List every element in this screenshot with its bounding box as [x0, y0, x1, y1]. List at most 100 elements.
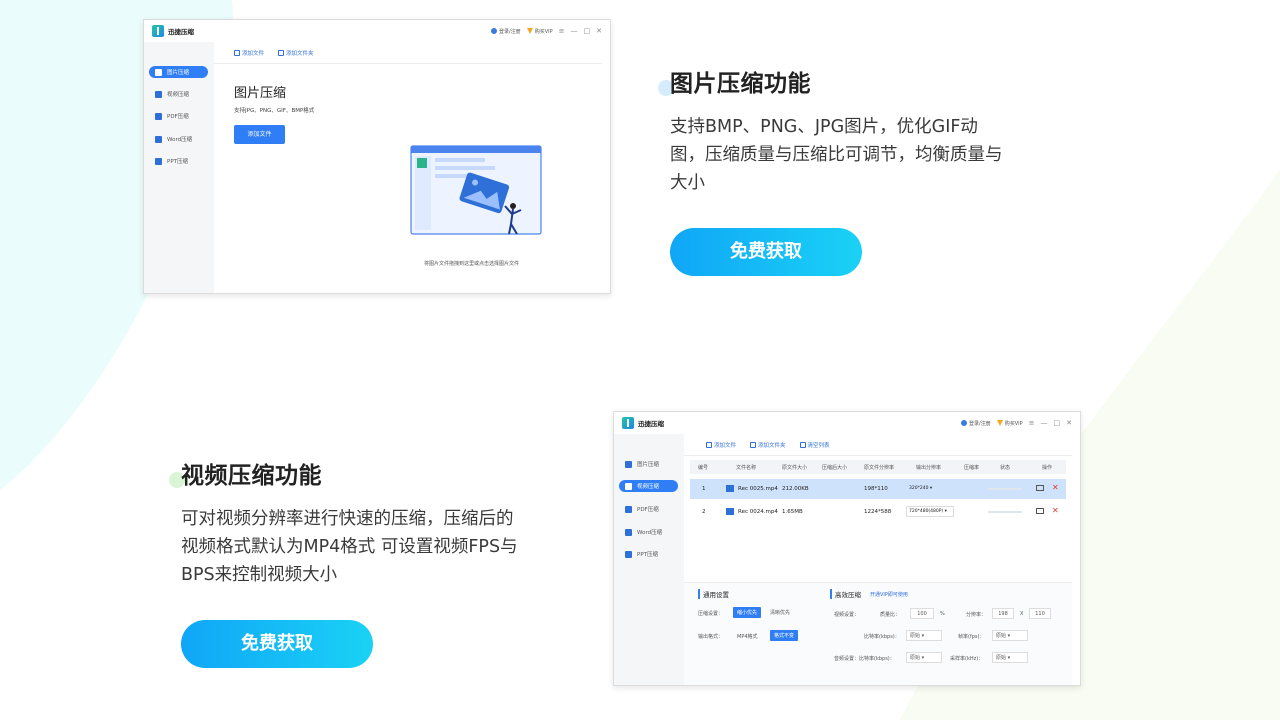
- add-file-icon: [234, 50, 240, 56]
- sidebar-item-pdf[interactable]: PDF压缩: [619, 503, 678, 515]
- folder-icon[interactable]: [1036, 508, 1044, 514]
- close-button[interactable]: ✕: [1066, 419, 1072, 427]
- source-resolution: 198*110: [864, 486, 888, 492]
- user-icon: [491, 28, 498, 34]
- video-file-icon: [726, 485, 734, 492]
- sidebar-label: PPT压缩: [637, 552, 658, 558]
- table-row[interactable]: 2 Rec 0024.mp4 1.65MB 1224*588 720*480(4…: [690, 502, 1066, 522]
- login-link[interactable]: 登录/注册: [961, 420, 991, 427]
- app-titlebar: 迅捷压缩 登录/注册 购买VIP ≡ — □ ✕: [614, 412, 1080, 434]
- sidebar-label: PPT压缩: [167, 159, 188, 165]
- output-format-label: 输出格式：: [698, 634, 724, 640]
- column-header: 原文件分辨率: [864, 465, 895, 471]
- select-value: 原始: [910, 655, 921, 661]
- fps-select[interactable]: 原始 ▾: [992, 630, 1028, 641]
- sidebar-item-image[interactable]: 图片压缩: [619, 458, 678, 470]
- folder-icon[interactable]: [1036, 485, 1044, 491]
- app-titlebar: 迅捷压缩 登录/注册 购买VIP ≡ — □ ✕: [144, 20, 610, 42]
- sidebar-item-word[interactable]: Word压缩: [149, 133, 208, 145]
- add-file-button[interactable]: 添加文件: [234, 49, 264, 57]
- format-hint: 支持JPG、PNG、GIF、BMP格式: [234, 108, 315, 114]
- output-mp4-option[interactable]: MP4格式: [737, 633, 758, 640]
- add-file-button[interactable]: 添加文件: [706, 441, 736, 449]
- app-sidebar: 图片压缩 视频压缩 PDF压缩 Word压缩 PPT压缩: [144, 42, 214, 293]
- trash-icon: [799, 442, 806, 448]
- vip-icon: [996, 420, 1003, 426]
- sidebar-item-pdf[interactable]: PDF压缩: [149, 110, 208, 122]
- image-free-download-button[interactable]: 免费获取: [670, 228, 862, 276]
- vip-unlock-link[interactable]: 开通VIP即可使用: [870, 591, 908, 598]
- sidebar-item-video[interactable]: 视频压缩: [149, 88, 208, 100]
- table-row[interactable]: 1 Rec 0025.mp4 212.00KB 198*110 320*240 …: [690, 479, 1066, 499]
- sidebar-label: 视频压缩: [167, 92, 190, 98]
- add-folder-label: 添加文件夹: [758, 442, 786, 449]
- menu-button[interactable]: ≡: [1029, 419, 1035, 427]
- compress-smaller-option[interactable]: 缩小优先: [733, 607, 762, 618]
- vip-link[interactable]: 购买VIP: [996, 420, 1023, 427]
- table-header: 编号 文件名称 原文件大小 压缩后大小 原文件分辨率 输出分辨率 压缩率 状态 …: [690, 460, 1066, 474]
- general-settings-title: 通用设置: [698, 589, 729, 599]
- video-file-icon: [726, 508, 734, 515]
- output-unchanged-option[interactable]: 格式不变: [770, 630, 799, 641]
- output-resolution-select[interactable]: 720*480(480P) ▾: [906, 506, 954, 517]
- clear-list-button[interactable]: 清空列表: [799, 441, 830, 449]
- output-resolution-value: 720*480(480P): [909, 509, 944, 514]
- maximize-button[interactable]: □: [1054, 419, 1061, 427]
- height-input[interactable]: 110: [1029, 608, 1051, 619]
- bitrate-select[interactable]: 原始 ▾: [906, 630, 942, 641]
- word-icon: [155, 135, 162, 143]
- audio-bitrate-select[interactable]: 原始 ▾: [906, 652, 942, 663]
- login-label: 登录/注册: [969, 420, 991, 427]
- minimize-button[interactable]: —: [571, 27, 578, 35]
- image-main-panel: 添加文件 添加文件夹 图片压缩 支持JPG、PNG、GIF、BMP格式 添加文件…: [214, 42, 602, 293]
- sidebar-item-video[interactable]: 视频压缩: [619, 480, 678, 492]
- close-button[interactable]: ✕: [596, 27, 602, 35]
- video-section-title: 视频压缩功能: [181, 463, 322, 489]
- column-header: 操作: [1042, 465, 1053, 471]
- folder-icon: [750, 442, 757, 448]
- menu-button[interactable]: ≡: [559, 27, 565, 35]
- video-setting-label: 视频设置：: [834, 612, 860, 618]
- sidebar-item-image[interactable]: 图片压缩: [149, 66, 208, 78]
- sidebar-label: Word压缩: [637, 530, 663, 536]
- video-free-download-button[interactable]: 免费获取: [181, 620, 373, 668]
- add-folder-button[interactable]: 添加文件夹: [750, 441, 786, 449]
- fps-label: 帧率(fps)：: [958, 634, 985, 640]
- minimize-button[interactable]: —: [1041, 419, 1048, 427]
- login-link[interactable]: 登录/注册: [491, 28, 521, 35]
- video-app-window: 迅捷压缩 登录/注册 购买VIP ≡ — □ ✕ 图片压缩 视频压缩 PDF压缩…: [613, 411, 1081, 686]
- row-number: 1: [702, 486, 706, 492]
- sidebar-item-ppt[interactable]: PPT压缩: [619, 548, 678, 560]
- delete-icon[interactable]: ✕: [1052, 506, 1059, 515]
- add-file-primary-button[interactable]: 添加文件: [234, 125, 285, 144]
- pdf-icon: [625, 505, 632, 513]
- delete-icon[interactable]: ✕: [1052, 483, 1059, 492]
- width-input[interactable]: 198: [992, 608, 1014, 619]
- column-header: 压缩率: [964, 465, 980, 471]
- column-header: 输出分辨率: [916, 465, 942, 471]
- drop-illustration: [410, 145, 542, 235]
- sidebar-label: 视频压缩: [637, 484, 660, 490]
- quality-input[interactable]: 100: [910, 608, 934, 619]
- resolution-label: 分辨率：: [966, 612, 987, 618]
- add-file-label: 添加文件: [242, 50, 265, 57]
- sidebar-item-word[interactable]: Word压缩: [619, 526, 678, 538]
- vip-link[interactable]: 购买VIP: [526, 28, 553, 35]
- source-resolution: 1224*588: [864, 509, 892, 515]
- image-icon: [155, 68, 162, 76]
- sample-rate-select[interactable]: 原始 ▾: [992, 652, 1028, 663]
- video-main-panel: 添加文件 添加文件夹 清空列表 编号 文件名称 原文件大小 压缩后大小 原文件分…: [684, 434, 1072, 685]
- vip-label: 购买VIP: [1004, 420, 1023, 427]
- vip-label: 购买VIP: [534, 28, 553, 35]
- select-value: 原始: [910, 633, 921, 639]
- maximize-button[interactable]: □: [584, 27, 591, 35]
- ppt-icon: [155, 157, 162, 165]
- progress-bar: [988, 488, 1022, 490]
- user-icon: [961, 420, 968, 426]
- compress-clearer-option[interactable]: 清晰优先: [770, 609, 790, 616]
- desc-line: 图，压缩质量与压缩比可调节，均衡质量与: [670, 145, 1003, 165]
- ppt-icon: [625, 550, 632, 558]
- output-resolution-select[interactable]: 320*240 ▾: [906, 483, 952, 494]
- sidebar-item-ppt[interactable]: PPT压缩: [149, 155, 208, 167]
- add-folder-button[interactable]: 添加文件夹: [278, 49, 314, 57]
